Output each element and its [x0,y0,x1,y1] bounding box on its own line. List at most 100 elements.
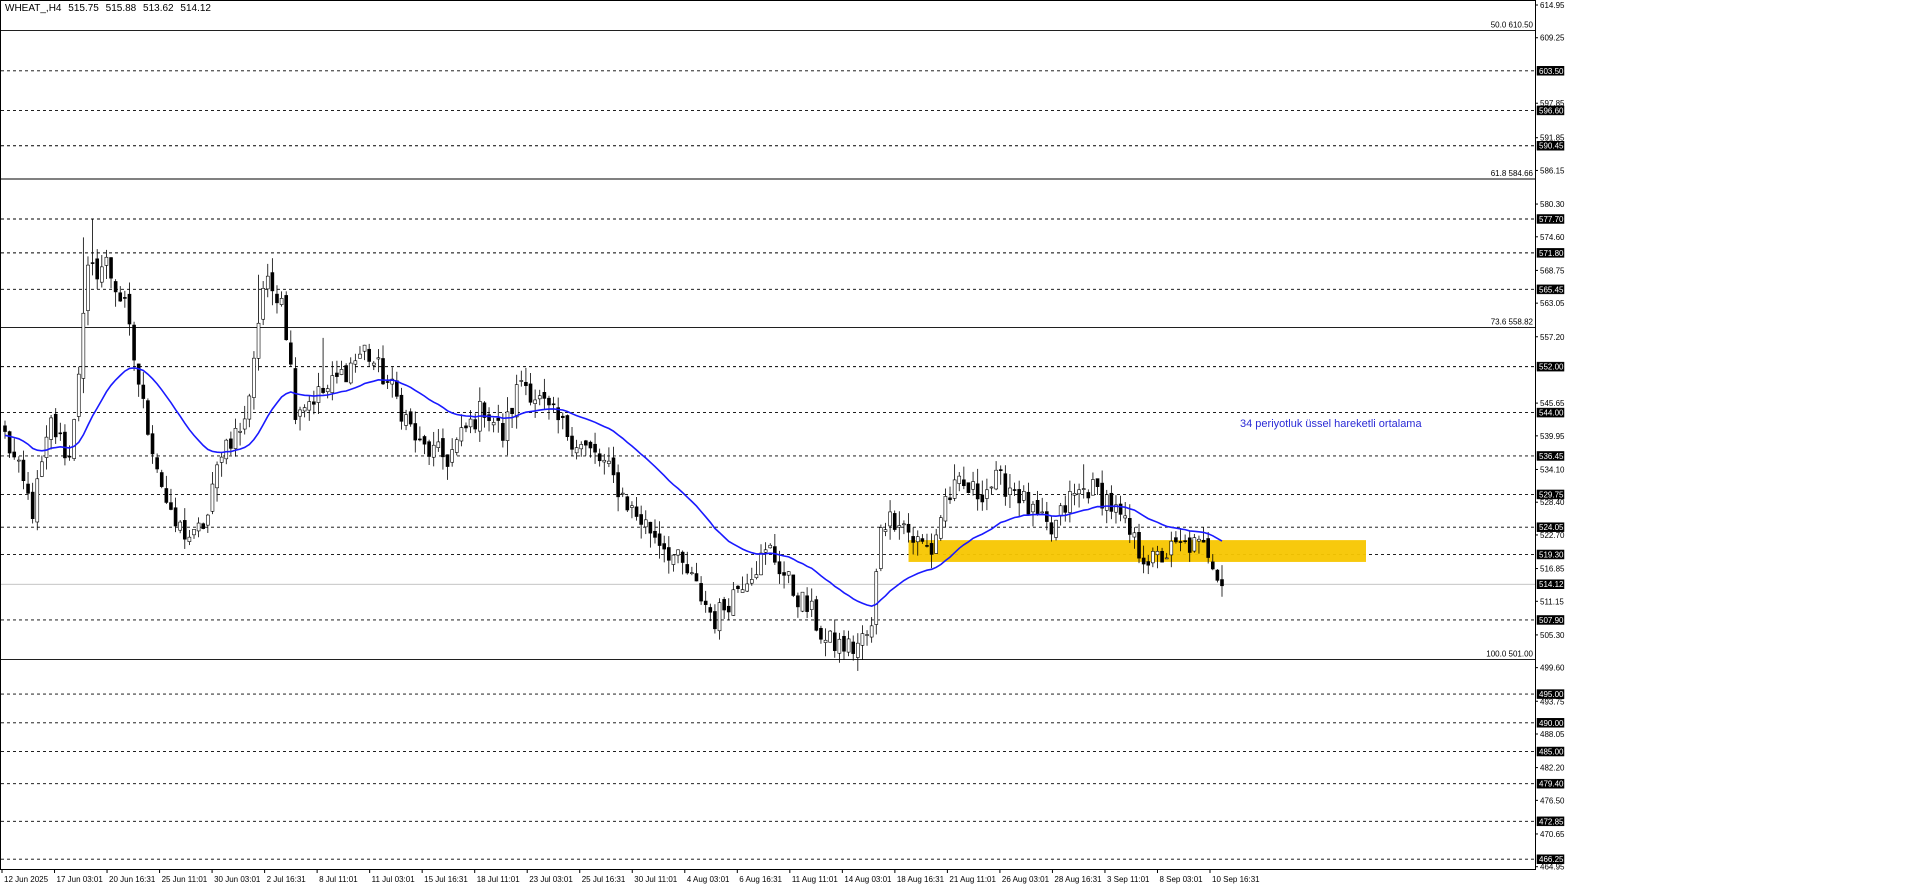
candle [1054,519,1058,541]
candle-body [90,262,95,264]
candle [565,414,570,441]
candle [685,551,690,575]
candle-body [805,595,809,612]
candle [86,256,90,326]
candle [187,529,192,546]
candle-body [53,413,58,438]
candle-body [169,502,173,510]
candle-body [196,522,201,532]
candle-body [533,399,537,404]
candle [883,522,888,537]
candle [293,357,298,425]
candle [731,581,736,616]
candle [367,343,371,367]
candle-body [247,395,252,420]
fib-label: 61.8 584.66 [1491,169,1534,178]
candle [192,529,196,539]
y-tick-label: 563.05 [1540,299,1565,308]
candle-body [44,436,49,458]
candle [159,469,164,489]
candle [634,496,639,521]
candle-body [1187,537,1192,553]
candle [395,371,399,400]
price-chart[interactable]: 603.50596.60590.45577.70571.80565.45552.… [0,0,1916,888]
candle-body [1155,551,1160,556]
candle-body [371,362,376,366]
candle-body [100,266,104,283]
candle [699,576,703,605]
candle [754,561,759,580]
candle [749,567,754,586]
candle [680,550,685,575]
candle-body [192,529,196,536]
candle-body [1197,538,1201,542]
candle-body [3,425,7,432]
candle [321,337,325,395]
y-tick-label: 545.65 [1540,399,1565,408]
candle-body [1031,503,1035,513]
candle [141,372,146,409]
candle [1114,495,1118,524]
candle [542,378,547,410]
candle-body [902,523,906,526]
candle-body [441,438,445,458]
candle-body [731,589,736,616]
candle [648,521,653,548]
candle [759,544,763,576]
candle-body [915,536,920,543]
candle [998,465,1003,485]
candle-body [971,481,975,490]
candle [989,486,994,495]
candle [584,439,588,456]
candle-body [994,469,998,490]
candle [353,353,358,373]
x-tick-label: 23 Jul 03:01 [529,875,573,884]
candle-body [307,401,312,411]
candle-body [759,552,763,576]
candle-body [1201,539,1206,543]
candle [938,515,943,541]
candle-body [749,579,754,584]
candle-body [238,430,242,433]
candle-body [879,527,883,569]
candle-body [929,543,934,555]
candle-body [1049,522,1054,535]
candle-body [173,507,178,527]
candle [800,591,805,613]
level-label: 490.00 [1539,719,1564,728]
y-tick-label: 493.75 [1540,697,1565,706]
candle-body [279,298,284,305]
candle-body [1174,537,1178,543]
x-tick-label: 15 Jul 16:31 [424,875,468,884]
candle-body [856,642,860,658]
candle [643,510,648,535]
candle [1072,483,1077,506]
candle-body [436,441,441,448]
y-tick-label: 482.20 [1540,764,1565,773]
candle-body [980,494,985,503]
candle-body [261,288,265,320]
candle-body [796,595,800,608]
candle [132,321,136,371]
candle-body [975,483,980,500]
candle-body [376,357,381,360]
y-tick-label: 574.60 [1540,233,1565,242]
candle-body [58,432,63,435]
candle [496,404,501,433]
level-label: 519.30 [1539,550,1564,559]
fib-label: 50.0 610.50 [1491,21,1534,30]
candle-body [270,272,275,292]
candle [653,519,657,544]
candle [823,628,828,657]
candle-body [505,411,510,441]
candle-body [685,564,690,574]
candle-body [399,394,404,422]
candle-body [95,258,99,280]
x-tick-label: 4 Aug 03:01 [687,875,730,884]
candle [1192,533,1197,553]
candle-body [740,589,745,593]
candle [441,428,445,470]
candle-body [164,488,169,503]
candle-body [1137,532,1141,559]
candle-body [897,525,902,528]
